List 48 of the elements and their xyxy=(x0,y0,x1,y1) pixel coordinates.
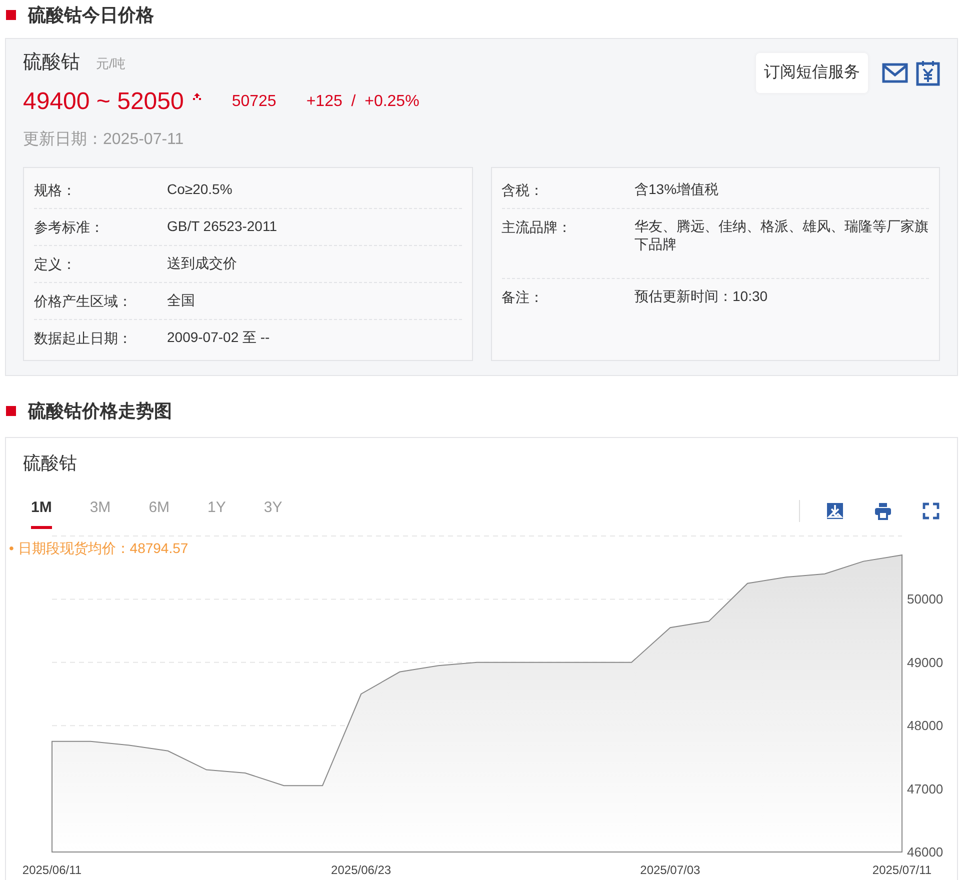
section-marker xyxy=(6,10,16,20)
y-axis-label: 46000 xyxy=(907,844,944,859)
section-title: 硫酸钴价格走势图 xyxy=(28,400,172,422)
spec-value: 预估更新时间：10:30 xyxy=(634,286,768,306)
section-title: 硫酸钴今日价格 xyxy=(28,4,154,26)
average-price: 50725 xyxy=(232,92,276,112)
unit-label: 元/吨 xyxy=(96,55,126,73)
spec-label: 主流品牌： xyxy=(502,218,572,236)
spec-value: 2009-07-02 至 -- xyxy=(167,328,270,346)
spec-label: 备注： xyxy=(502,288,544,306)
y-axis-label: 50000 xyxy=(907,591,944,606)
spec-label: 规格： xyxy=(34,180,77,200)
range-tab[interactable]: 1M xyxy=(31,493,52,528)
range-tab[interactable]: 6M xyxy=(148,493,170,528)
spec-label: 参考标准： xyxy=(34,218,105,236)
price-range: 49400 ~ 52050 xyxy=(23,86,184,116)
chart-title: 硫酸钴 xyxy=(22,452,78,475)
range-tab[interactable]: 1Y xyxy=(208,493,226,528)
spec-label: 定义： xyxy=(34,254,77,274)
subscribe-button[interactable]: 订阅短信服务 xyxy=(756,53,868,93)
spec-value: Co≥20.5% xyxy=(167,180,232,198)
update-date: 更新日期：2025-07-11 xyxy=(23,130,185,150)
spec-label: 价格产生区域： xyxy=(34,292,133,310)
spec-value: 送到成交价 xyxy=(167,254,237,272)
range-tab[interactable]: 3M xyxy=(90,493,111,528)
average-legend: • 日期段现货均价：48794.57 xyxy=(9,540,188,556)
y-axis-label: 48000 xyxy=(907,718,944,733)
fullscreen-icon[interactable] xyxy=(922,502,940,520)
download-image-icon[interactable] xyxy=(826,502,844,520)
section-marker xyxy=(6,406,16,416)
yen-calendar-icon[interactable] xyxy=(916,60,940,86)
spec-value: 华友、腾远、佳纳、格派、雄风、瑞隆等厂家旗下品牌 xyxy=(634,216,929,254)
x-axis-label: 2025/07/11 xyxy=(872,862,932,876)
spec-label: 含税： xyxy=(502,180,544,200)
x-axis-label: 2025/06/11 xyxy=(22,862,82,876)
price-change: +125 / +0.25% xyxy=(306,92,420,112)
range-tab[interactable]: 3Y xyxy=(264,493,282,528)
print-icon[interactable] xyxy=(874,502,892,520)
product-name: 硫酸钴 xyxy=(23,51,80,75)
spec-value: GB/T 26523-2011 xyxy=(167,216,278,236)
y-axis-label: 49000 xyxy=(907,654,944,670)
x-axis-label: 2025/06/23 xyxy=(331,862,392,876)
y-axis-label: 47000 xyxy=(907,780,944,796)
x-axis-label: 2025/07/03 xyxy=(640,862,700,876)
mail-icon[interactable] xyxy=(882,62,908,84)
spec-value: 含13%增值税 xyxy=(634,180,719,198)
spec-label: 数据起止日期： xyxy=(34,328,133,348)
spec-value: 全国 xyxy=(167,290,195,310)
